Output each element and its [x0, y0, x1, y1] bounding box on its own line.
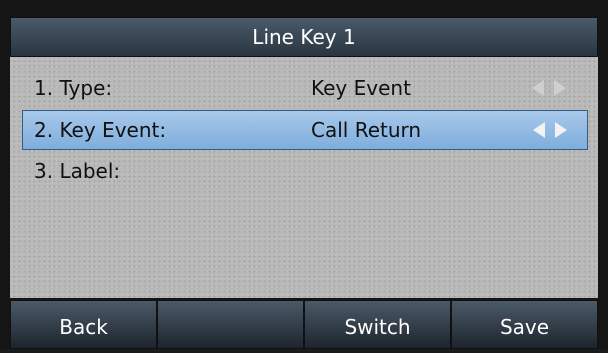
blank-softkey[interactable] — [157, 300, 304, 349]
row-label: 1. Type: — [34, 76, 113, 100]
softkey-bar: Back Switch Save — [10, 300, 598, 349]
row-value: Call Return — [311, 118, 422, 142]
right-arrow-icon[interactable] — [555, 122, 567, 138]
page-title: Line Key 1 — [10, 17, 598, 57]
phone-screen: Line Key 1 1. Type: Key Event 2. Key Eve… — [0, 0, 608, 349]
row-key-event[interactable]: 2. Key Event: Call Return — [22, 110, 588, 150]
row-type[interactable]: 1. Type: Key Event — [22, 68, 588, 108]
back-button[interactable]: Back — [10, 300, 157, 349]
row-label: 2. Key Event: — [34, 118, 167, 142]
row-label-field[interactable]: 3. Label: — [22, 151, 588, 191]
settings-list: 1. Type: Key Event 2. Key Event: Call Re… — [10, 57, 598, 298]
save-button[interactable]: Save — [451, 300, 598, 349]
left-arrow-icon[interactable] — [533, 122, 545, 138]
row-label: 3. Label: — [34, 159, 121, 183]
row-value: Key Event — [311, 76, 411, 100]
right-arrow-icon[interactable] — [554, 80, 566, 96]
left-arrow-icon[interactable] — [532, 80, 544, 96]
switch-button[interactable]: Switch — [304, 300, 451, 349]
